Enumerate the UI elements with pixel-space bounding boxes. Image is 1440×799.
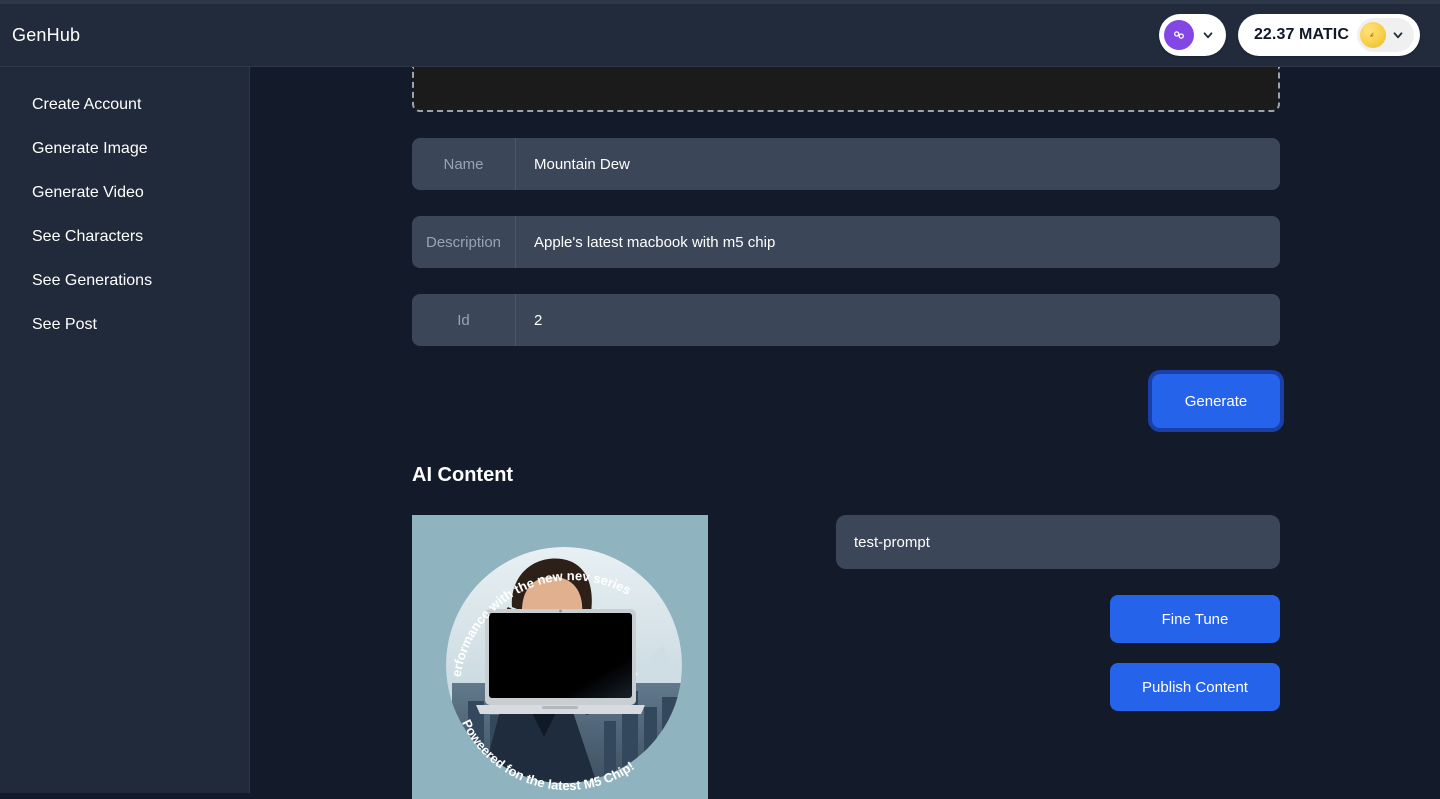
form-label-name: Name [412, 138, 516, 190]
wallet-balance-button[interactable]: 22.37 MATIC [1237, 14, 1420, 56]
generated-image[interactable]: erformance with the new nev series Powee… [412, 515, 708, 799]
wallet-balance-label: 22.37 MATIC [1253, 26, 1349, 43]
section-title-ai-content: AI Content [412, 464, 514, 486]
chevron-down-icon [1198, 28, 1218, 42]
form-value-id[interactable]: 2 [516, 294, 1280, 346]
sidebar-item-see-generations[interactable]: See Generations [0, 259, 249, 303]
brand-logo[interactable]: GenHub [12, 25, 80, 46]
ai-action-buttons: Fine Tune Publish Content [836, 595, 1280, 711]
form-value-name[interactable]: Mountain Dew [516, 138, 1280, 190]
generate-button-row: Generate [412, 374, 1280, 428]
form-label-id: Id [412, 294, 516, 346]
token-selector[interactable] [1357, 18, 1414, 52]
publish-content-button[interactable]: Publish Content [1110, 663, 1280, 711]
sidebar-item-create-account[interactable]: Create Account [0, 83, 249, 127]
generate-button[interactable]: Generate [1152, 374, 1280, 428]
chain-selector-button[interactable] [1158, 14, 1226, 56]
sidebar-item-generate-image[interactable]: Generate Image [0, 127, 249, 171]
main-content: Name Mountain Dew Description Apple's la… [250, 67, 1440, 799]
chevron-down-icon [1388, 28, 1408, 42]
sidebar-item-see-post[interactable]: See Post [0, 303, 249, 347]
form-label-description: Description [412, 216, 516, 268]
ai-content-area: erformance with the new nev series Powee… [412, 515, 1280, 799]
app-root: GenHub 22.37 MATIC Create Account Genera… [0, 0, 1440, 799]
wallet-area: 22.37 MATIC [1158, 14, 1420, 56]
file-dropzone[interactable] [412, 67, 1280, 112]
form-row-name: Name Mountain Dew [412, 138, 1280, 190]
prompt-input[interactable]: test-prompt [836, 515, 1280, 569]
form-value-description[interactable]: Apple's latest macbook with m5 chip [516, 216, 1280, 268]
sidebar-item-see-characters[interactable]: See Characters [0, 215, 249, 259]
sidebar: Create Account Generate Image Generate V… [0, 67, 250, 793]
ai-controls-column: test-prompt Fine Tune Publish Content [836, 515, 1280, 799]
form-row-description: Description Apple's latest macbook with … [412, 216, 1280, 268]
sidebar-item-generate-video[interactable]: Generate Video [0, 171, 249, 215]
coin-icon [1360, 22, 1386, 48]
form-row-id: Id 2 [412, 294, 1280, 346]
fine-tune-button[interactable]: Fine Tune [1110, 595, 1280, 643]
app-header: GenHub 22.37 MATIC [0, 4, 1440, 67]
polygon-icon [1163, 20, 1194, 50]
